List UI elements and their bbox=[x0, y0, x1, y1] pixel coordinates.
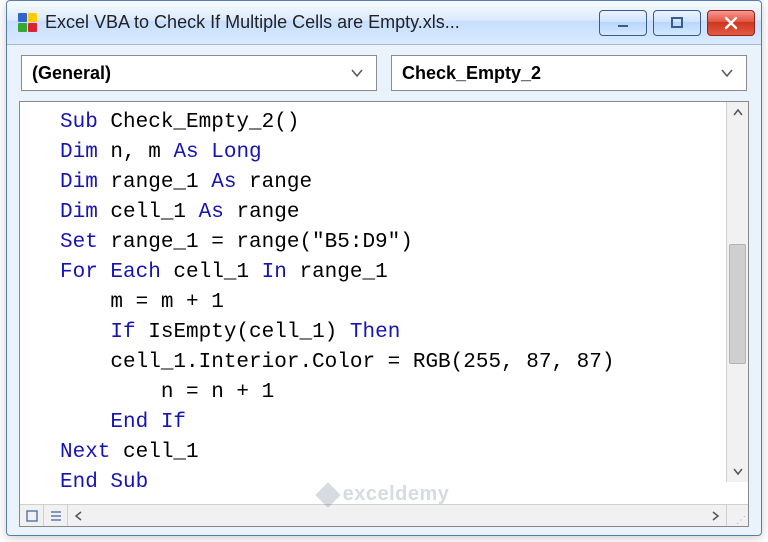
scroll-down-icon[interactable] bbox=[727, 460, 748, 482]
chevron-down-icon bbox=[346, 60, 368, 86]
procedure-combo-text: Check_Empty_2 bbox=[402, 63, 541, 84]
minimize-button[interactable] bbox=[599, 10, 647, 36]
dropdown-row: (General) Check_Empty_2 bbox=[7, 45, 761, 97]
vertical-scroll-track[interactable] bbox=[727, 124, 748, 460]
maximize-icon bbox=[669, 15, 685, 31]
scroll-right-icon[interactable] bbox=[704, 505, 726, 527]
window-title: Excel VBA to Check If Multiple Cells are… bbox=[45, 12, 599, 33]
grip-icon: ⋰ bbox=[736, 518, 746, 524]
resize-grip[interactable]: ⋰ bbox=[726, 505, 748, 526]
vba-editor-window: Excel VBA to Check If Multiple Cells are… bbox=[6, 0, 762, 536]
window-controls bbox=[599, 10, 755, 36]
scroll-up-icon[interactable] bbox=[727, 102, 748, 124]
horizontal-scrollbar-row: ⋰ bbox=[20, 504, 748, 526]
code-editor[interactable]: Sub Check_Empty_2() Dim n, m As Long Dim… bbox=[20, 102, 748, 504]
minimize-icon bbox=[615, 15, 631, 31]
maximize-button[interactable] bbox=[653, 10, 701, 36]
close-icon bbox=[724, 16, 738, 30]
procedure-view-icon[interactable] bbox=[20, 505, 44, 527]
object-combo[interactable]: (General) bbox=[21, 55, 377, 91]
close-button[interactable] bbox=[707, 10, 755, 36]
vertical-scroll-thumb[interactable] bbox=[729, 244, 746, 364]
full-module-view-icon[interactable] bbox=[44, 505, 68, 527]
horizontal-scroll-track[interactable] bbox=[90, 505, 704, 526]
vertical-scrollbar[interactable] bbox=[726, 102, 748, 482]
scroll-left-icon[interactable] bbox=[68, 505, 90, 527]
horizontal-scrollbar[interactable] bbox=[68, 505, 726, 526]
chevron-down-icon bbox=[716, 60, 738, 86]
titlebar[interactable]: Excel VBA to Check If Multiple Cells are… bbox=[7, 1, 761, 45]
code-pane: Sub Check_Empty_2() Dim n, m As Long Dim… bbox=[19, 101, 749, 527]
app-icon bbox=[17, 13, 37, 33]
procedure-combo[interactable]: Check_Empty_2 bbox=[391, 55, 747, 91]
object-combo-text: (General) bbox=[32, 63, 111, 84]
code-inner[interactable]: Sub Check_Empty_2() Dim n, m As Long Dim… bbox=[20, 102, 748, 504]
